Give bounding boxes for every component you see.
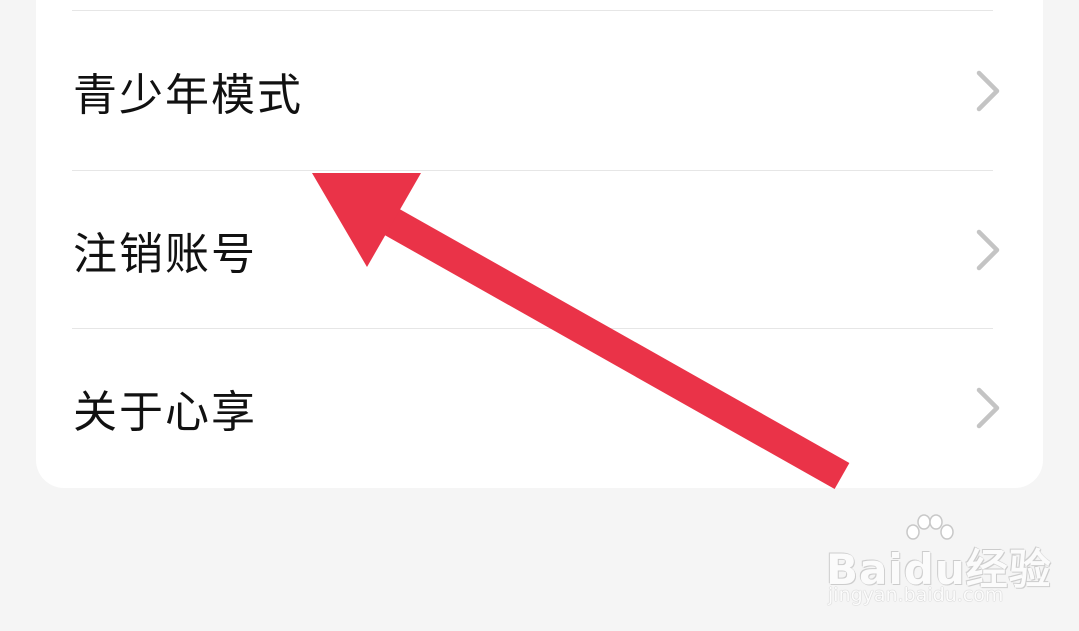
settings-item-about[interactable]: 关于心享 — [36, 329, 1043, 487]
top-divider — [72, 10, 993, 11]
settings-item-label: 关于心享 — [73, 387, 257, 438]
settings-item-deactivate-account[interactable]: 注销账号 — [36, 171, 1043, 329]
settings-item-label: 青少年模式 — [73, 70, 303, 121]
chevron-right-icon — [976, 229, 1000, 271]
chevron-right-icon — [976, 70, 1000, 112]
watermark-url: jingyan.baidu.com — [828, 584, 1004, 606]
baidu-watermark: Baidu经验 jingyan.baidu.com — [826, 514, 1051, 614]
settings-item-label: 注销账号 — [73, 229, 257, 280]
settings-item-teen-mode[interactable]: 青少年模式 — [36, 12, 1043, 170]
settings-page: 青少年模式 注销账号 关于心享 Baidu经验 jingyan.baidu.co… — [0, 0, 1079, 631]
chevron-right-icon — [976, 387, 1000, 429]
